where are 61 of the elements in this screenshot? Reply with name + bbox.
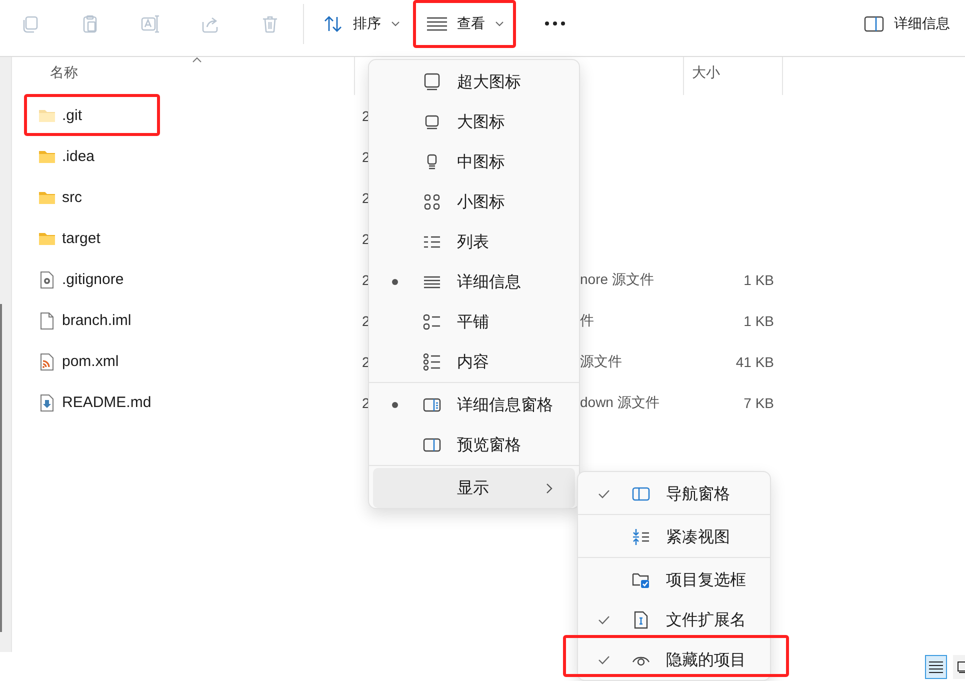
chevron-down-icon xyxy=(391,20,400,26)
content-icon xyxy=(423,353,441,371)
table-cell-text: 7 KB xyxy=(742,394,775,410)
menu-item[interactable]: 内容 xyxy=(369,342,579,382)
file-name[interactable]: branch.iml xyxy=(62,312,132,329)
file-name[interactable]: src xyxy=(62,189,82,206)
details-icon xyxy=(427,16,447,30)
details-pane-icon xyxy=(864,16,884,32)
tiles-icon xyxy=(423,313,441,331)
file-name[interactable]: target xyxy=(62,230,100,247)
table-cell-text: 41 KB xyxy=(734,354,775,370)
menu-item[interactable]: 详细信息 xyxy=(369,262,579,302)
sort-button[interactable]: 排序 xyxy=(313,6,410,40)
column-header[interactable]: 大小 xyxy=(692,64,720,82)
details-icon xyxy=(929,660,943,672)
sort-caret-icon xyxy=(192,57,202,63)
more-icon xyxy=(544,21,566,26)
file-name[interactable]: README.md xyxy=(62,394,152,411)
chevron-right-icon xyxy=(546,483,553,494)
menu-item[interactable]: 详细信息窗格 xyxy=(369,385,579,425)
menu-item[interactable]: 隐藏的项目 xyxy=(578,640,770,680)
menu-item[interactable]: 列表 xyxy=(369,222,579,262)
column-header[interactable]: 名称 xyxy=(50,64,78,82)
menu-item[interactable]: 平铺 xyxy=(369,302,579,342)
extra-large-icons-icon xyxy=(423,73,441,91)
file-name[interactable]: pom.xml xyxy=(62,353,119,370)
menu-item[interactable]: 文件扩展名 xyxy=(578,600,770,640)
chevron-down-icon xyxy=(495,20,504,26)
table-cell-text: 1 KB xyxy=(742,272,775,288)
checkbox-folder-icon xyxy=(632,571,650,589)
table-cell: down 源文件 xyxy=(580,394,660,412)
trash-icon xyxy=(260,14,280,34)
table-cell: 件 xyxy=(580,312,594,330)
menu-item[interactable]: 小图标 xyxy=(369,182,579,222)
menu-item[interactable]: 紧凑视图 xyxy=(578,517,770,557)
rename-icon xyxy=(140,14,160,34)
details-pane-icon xyxy=(423,396,441,414)
table-cell: nore 源文件 xyxy=(580,270,654,288)
menu-item[interactable]: 超大图标 xyxy=(369,62,579,102)
file-name[interactable]: .gitignore xyxy=(62,271,124,288)
small-icons-icon xyxy=(423,193,441,211)
sort-icon xyxy=(323,14,343,32)
file-name[interactable]: .git xyxy=(62,107,82,124)
table-cell-text: 1 KB xyxy=(742,312,775,328)
table-cell: 源文件 xyxy=(580,352,622,370)
menu-item[interactable]: 大图标 xyxy=(369,102,579,142)
menu-item[interactable]: 显示 xyxy=(373,468,575,508)
large-icons-icon xyxy=(423,113,441,131)
preview-pane-icon xyxy=(423,436,441,454)
scrollbar-thumb[interactable] xyxy=(0,304,2,632)
navigation-pane-icon xyxy=(632,485,650,503)
file-name[interactable]: .idea xyxy=(62,148,95,165)
file-extension-icon xyxy=(632,611,650,629)
compact-view-icon xyxy=(632,528,650,546)
menu-item[interactable]: 预览窗格 xyxy=(369,425,579,465)
menu-item[interactable]: 中图标 xyxy=(369,142,579,182)
details-view-button[interactable] xyxy=(925,654,947,678)
menu-item[interactable]: 导航窗格 xyxy=(578,474,770,514)
menu-item[interactable]: 项目复选框 xyxy=(578,560,770,600)
view-button[interactable]: 查看 xyxy=(417,6,514,40)
details-pane-button[interactable]: 详细信息 xyxy=(854,6,960,40)
